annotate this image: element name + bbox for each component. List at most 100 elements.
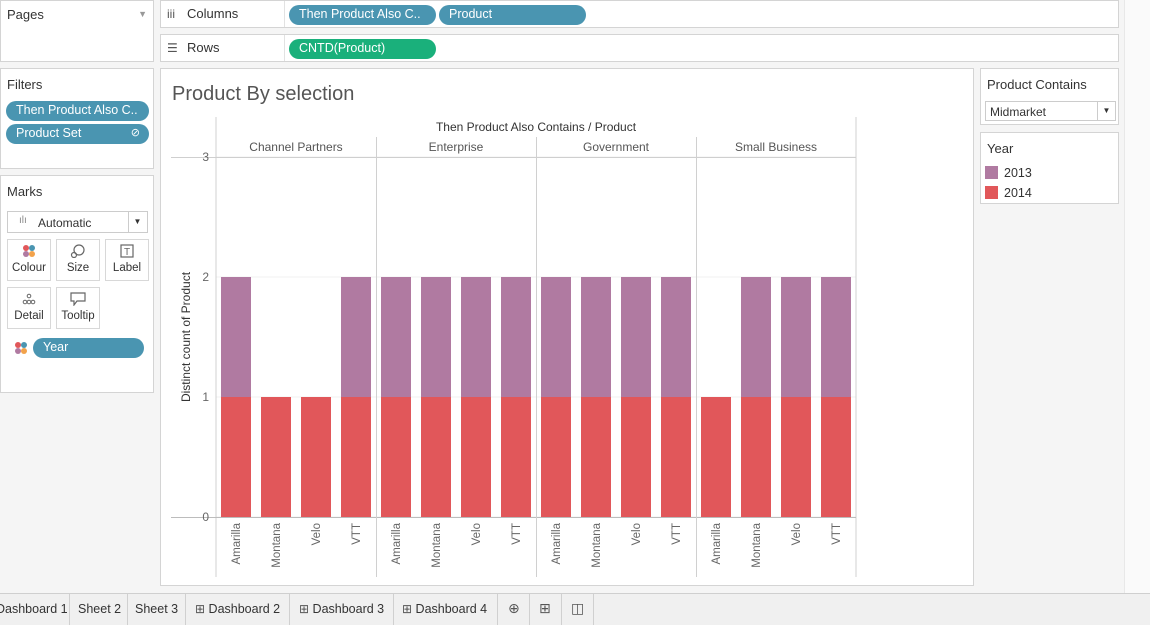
size-button-label: Size [66,262,90,274]
chevron-down-icon: ▼ [1097,102,1115,120]
year-legend-title: Year [987,141,1014,156]
year-color-pill[interactable]: Year [33,338,144,358]
bar-2014 [661,397,691,517]
tab-dashboard-3[interactable]: ⊞ Dashboard 3 [290,594,394,625]
new-worksheet-icon[interactable]: ⊕ [508,600,520,617]
y-tick-label: 0 [202,510,209,524]
x-tick-label: Montana [271,522,283,567]
tab-sheet-2[interactable]: Sheet 2 [70,594,128,625]
bar-2013 [221,277,251,397]
colour-button[interactable]: Colour [7,239,51,281]
columns-shelf-label: iii Columns [167,6,238,21]
x-tick-label: VTT [351,523,363,545]
x-tick-label: Montana [591,522,603,567]
dashboard-icon: ⊞ [195,602,206,616]
rows-shelf[interactable]: ☰ Rows CNTD(Product) [160,34,1119,62]
marks-card: Marks ılı Automatic ▼ Colour Size T Labe… [0,175,154,393]
new-dashboard-icon[interactable]: ⊞ [539,600,551,617]
detail-button-label: Detail [14,310,44,322]
bar-2013 [741,277,771,397]
product-contains-select[interactable]: Midmarket ▼ [985,101,1116,121]
tab-dashboard-4[interactable]: ⊞ Dashboard 4 [394,594,498,625]
x-tick-label: Montana [431,522,443,567]
bar-2014 [381,397,411,517]
bar-2013 [821,277,851,397]
pane-header-label: Channel Partners [249,140,342,154]
dashboard-icon: ⊞ [402,602,413,616]
bar-2013 [421,277,451,397]
x-tick-label: Velo [311,523,323,545]
label-button-label: Label [112,262,142,274]
bar-2013 [781,277,811,397]
label-button[interactable]: T Label [105,239,149,281]
y-tick-label: 3 [202,150,209,164]
tab-dashboard-1[interactable]: Dashboard 1 [0,594,70,625]
bar-2014 [501,397,531,517]
tab-label: Sheet 2 [78,602,122,616]
legend-label: 2014 [1004,186,1032,200]
legend-item-2014[interactable]: 2014 [985,186,1032,200]
detail-button[interactable]: Detail [7,287,51,329]
bar-2014 [821,397,851,517]
tooltip-icon [57,288,99,310]
pages-title: Pages [7,7,44,22]
dashboard-icon: ⊞ [299,602,310,616]
rows-label-text: Rows [187,40,220,55]
rows-pill-cntd-product[interactable]: CNTD(Product) [289,39,436,59]
tab-label: Dashboard 2 [208,602,281,616]
bar-2014 [621,397,651,517]
columns-pill-product[interactable]: Product [439,5,586,25]
bar-2013 [541,277,571,397]
tab-label: Dashboard 3 [312,602,385,616]
year-legend-card: Year 2013 2014 [980,132,1119,204]
y-tick-label: 2 [202,270,209,284]
mark-type-dropdown[interactable]: ılı Automatic ▼ [7,211,148,233]
bar-2013 [381,277,411,397]
bar-2014 [261,397,291,517]
new-story-icon[interactable]: ◫ [571,600,584,617]
pages-menu-arrow-icon[interactable]: ▼ [138,9,147,19]
size-button[interactable]: Size [56,239,100,281]
shelf-divider [284,35,285,61]
bar-2014 [581,397,611,517]
tooltip-button-label: Tooltip [61,310,95,322]
sheet-tab-bar: Dashboard 1 Sheet 2 Sheet 3 ⊞ Dashboard … [0,593,1150,625]
tab-label: Dashboard 1 [0,602,68,616]
bar-2014 [221,397,251,517]
shelf-divider [284,1,285,27]
bar-2014 [461,397,491,517]
marks-title: Marks [7,184,43,199]
x-tick-label: VTT [671,523,683,545]
bar-2013 [581,277,611,397]
x-tick-label: Amarilla [551,522,563,564]
tab-sheet-3[interactable]: Sheet 3 [128,594,186,625]
legend-swatch [985,186,998,199]
size-icon [57,240,99,262]
bar-chart-icon: ılı [19,215,27,226]
tooltip-button[interactable]: Tooltip [56,287,100,329]
bar-2013 [501,277,531,397]
view-panel: Product By selection Then Product Also C… [160,68,974,586]
tab-dashboard-2[interactable]: ⊞ Dashboard 2 [186,594,290,625]
x-tick-label: VTT [831,523,843,545]
x-tick-label: VTT [511,523,523,545]
columns-shelf[interactable]: iii Columns Then Product Also C.. Product [160,0,1119,28]
pane-header-label: Government [583,140,650,154]
x-tick-label: Velo [791,523,803,545]
rows-shelf-label: ☰ Rows [167,40,220,55]
bar-2013 [621,277,651,397]
filters-card: Filters Then Product Also C.. Product Se… [0,68,154,169]
bar-2013 [461,277,491,397]
bar-chart: Then Product Also Contains / Product Chan… [171,117,857,577]
bar-2013 [341,277,371,397]
columns-label-text: Columns [187,6,239,21]
legend-item-2013[interactable]: 2013 [985,166,1032,180]
filter-pill-product-set[interactable]: Product Set ⊘ [6,124,149,144]
bar-2014 [301,397,331,517]
columns-pill-then-product[interactable]: Then Product Also C.. [289,5,436,25]
product-contains-value: Midmarket [990,105,1047,119]
detail-icon [8,288,50,310]
year-color-icon [14,341,28,360]
pane-header-label: Enterprise [429,140,484,154]
filter-pill-then-product[interactable]: Then Product Also C.. [6,101,149,121]
